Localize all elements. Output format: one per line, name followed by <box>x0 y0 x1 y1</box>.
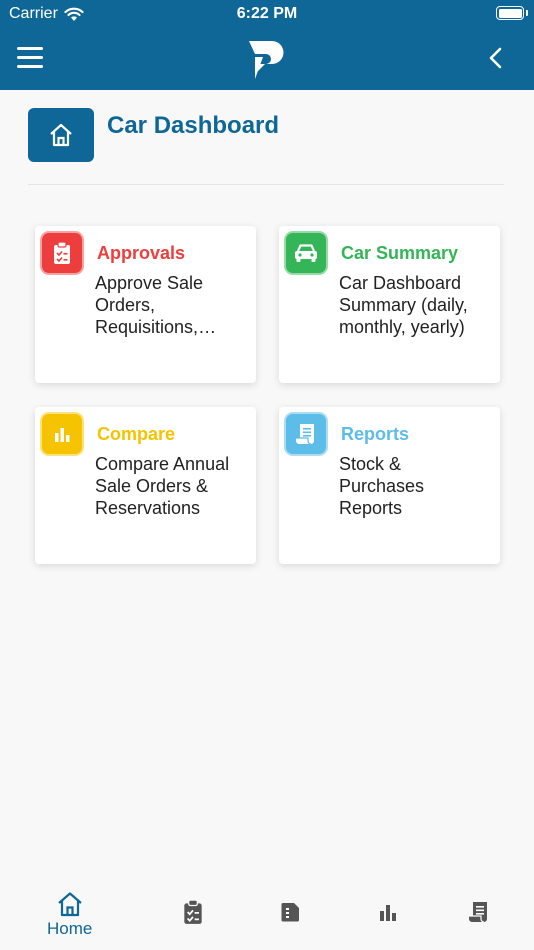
bar-chart-icon <box>55 428 70 442</box>
clipboard-check-icon <box>54 241 70 264</box>
card-title: Approvals <box>97 243 186 263</box>
clipboard-check-icon <box>184 899 202 924</box>
receipt-icon <box>296 424 314 445</box>
tab-approvals[interactable] <box>181 899 205 925</box>
card-title: Car Summary <box>341 243 459 263</box>
car-icon <box>295 244 317 262</box>
card-description: Stock & Purchases Reports <box>339 454 425 518</box>
menu-button[interactable] <box>17 47 43 69</box>
tab-home[interactable]: Home <box>47 890 92 939</box>
tab-documents[interactable] <box>279 901 301 923</box>
car-summary-card[interactable]: Car Summary Car Dashboard Summary (daily… <box>279 226 500 383</box>
divider <box>28 184 504 185</box>
page-title: Car Dashboard <box>107 112 280 139</box>
status-bar: Carrier 6:22 PM <box>0 0 534 28</box>
app-header: Carrier 6:22 PM <box>0 0 534 90</box>
card-title: Reports <box>341 424 410 444</box>
bar-chart-icon <box>380 905 396 921</box>
compare-card[interactable]: Compare Compare Annual Sale Orders & Res… <box>35 407 256 564</box>
back-button[interactable] <box>484 44 510 72</box>
reports-card[interactable]: Reports Stock & Purchases Reports <box>279 407 500 564</box>
hamburger-icon-line <box>17 56 43 59</box>
chevron-left-icon <box>489 47 502 69</box>
tab-compare[interactable] <box>377 901 399 923</box>
hamburger-icon-line <box>17 47 43 50</box>
home-tile <box>28 108 94 162</box>
tab-reports[interactable] <box>467 900 491 924</box>
bottom-tab-bar: Home <box>0 880 534 950</box>
card-description: Car Dashboard Summary (daily, monthly, y… <box>339 273 468 337</box>
card-icon-car-summary <box>286 233 326 273</box>
card-icon-compare <box>42 414 82 454</box>
approvals-card[interactable]: Approvals Approve Sale Orders, Requisiti… <box>35 226 256 383</box>
receipt-icon <box>469 902 487 923</box>
home-icon <box>57 892 82 917</box>
card-icon-reports <box>286 414 326 454</box>
card-title: Compare <box>97 424 176 444</box>
document-icon <box>281 903 299 922</box>
home-icon <box>50 123 72 147</box>
hamburger-icon-line <box>17 65 43 68</box>
status-time: 6:22 PM <box>236 5 298 22</box>
tab-home-label: Home <box>47 919 93 938</box>
battery-tip <box>526 10 528 16</box>
card-description: Compare Annual Sale Orders & Reservation… <box>95 454 230 518</box>
battery-icon <box>496 6 524 20</box>
card-description: Approve Sale Orders, Requisitions, Rejec… <box>95 273 204 337</box>
card-icon-approvals <box>42 233 82 273</box>
p-logo-icon <box>249 41 284 79</box>
